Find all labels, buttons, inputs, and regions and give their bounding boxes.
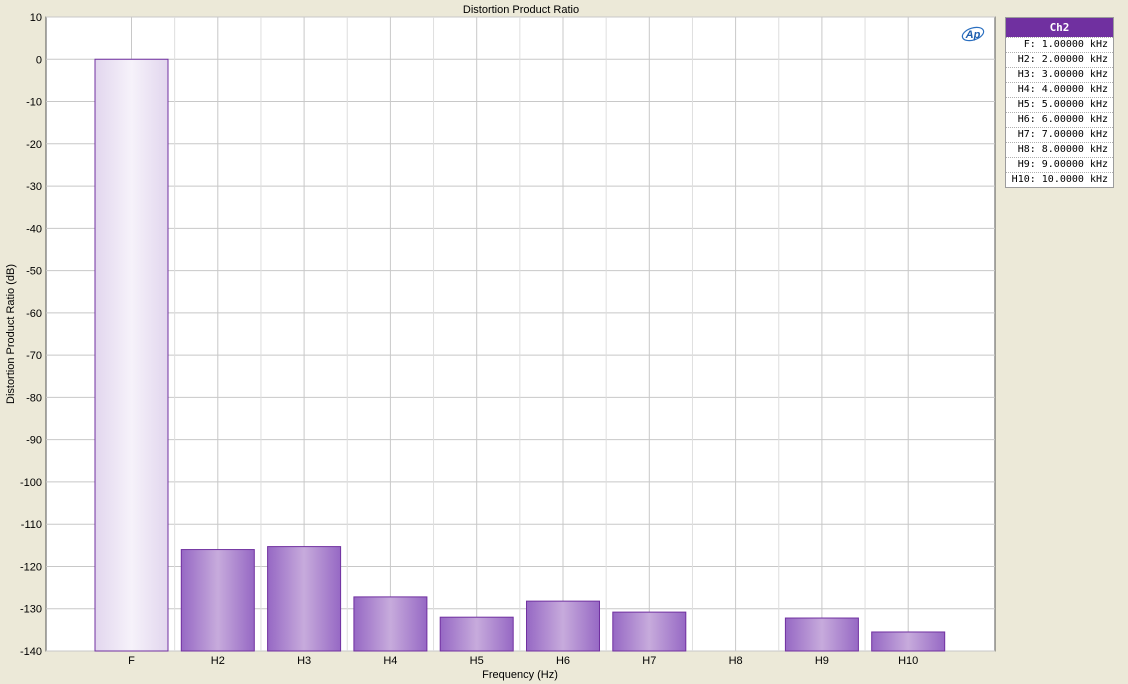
x-tick-label: H3 [297, 655, 311, 667]
x-tick-label: H9 [815, 655, 829, 667]
x-tick-label: F [128, 655, 135, 667]
y-axis-label: Distortion Product Ratio (dB) [5, 264, 17, 404]
y-tick-label: -90 [26, 435, 42, 447]
x-tick-label: H6 [556, 655, 570, 667]
legend-panel: Ch2 F: 1.00000 kHz H2: 2.00000 kHz H3: 3.0… [1005, 17, 1114, 188]
x-tick-label: H5 [470, 655, 484, 667]
y-tick-label: -40 [26, 223, 42, 235]
legend-row: H3: 3.00000 kHz [1006, 67, 1113, 82]
bar-h2 [180, 549, 255, 652]
y-tick-label: -140 [20, 646, 42, 658]
legend-rows: F: 1.00000 kHz H2: 2.00000 kHz H3: 3.00000… [1006, 37, 1113, 187]
bar-h3 [267, 546, 342, 652]
y-tick-label: -130 [20, 604, 42, 616]
y-tick-label: 10 [30, 12, 42, 24]
x-tick-label: H10 [898, 655, 918, 667]
chart-title: Distortion Product Ratio [463, 4, 579, 16]
y-tick-label: -10 [26, 97, 42, 109]
legend-row: H4: 4.00000 kHz [1006, 82, 1113, 97]
x-axis-label: Frequency (Hz) [482, 669, 558, 681]
legend-row: H7: 7.00000 kHz [1006, 127, 1113, 142]
legend-row: H5: 5.00000 kHz [1006, 97, 1113, 112]
bar-h9 [784, 617, 859, 652]
y-tick-label: 0 [36, 54, 42, 66]
y-tick-label: -80 [26, 392, 42, 404]
y-tick-labels: 10 0 -10 -20 -30 -40 -50 -60 -70 -80 -90 -100 -110 -1… [20, 12, 42, 658]
distortion-chart: Distortion Product Ratio 10 0 -10 -20 -30 -40… [5, 4, 996, 681]
y-tick-label: -50 [26, 266, 42, 278]
ap-logo-text: Ap [965, 29, 981, 41]
bar-h10 [871, 631, 946, 652]
x-tick-label: H4 [383, 655, 397, 667]
bar-f [94, 58, 169, 652]
y-tick-label: -100 [20, 477, 42, 489]
legend-row: H9: 9.00000 kHz [1006, 157, 1113, 172]
bar-h5 [439, 616, 514, 652]
x-tick-labels: F H2 H3 H4 H5 H6 H7 H8 H9 H10 [128, 655, 918, 667]
y-tick-label: -120 [20, 561, 42, 573]
legend-row: F: 1.00000 kHz [1006, 37, 1113, 52]
y-tick-label: -70 [26, 350, 42, 362]
bar-h6 [526, 600, 600, 652]
legend-row: H10: 10.0000 kHz [1006, 172, 1113, 187]
x-tick-label: H7 [642, 655, 656, 667]
y-tick-label: -30 [26, 181, 42, 193]
x-tick-label: H8 [729, 655, 743, 667]
y-tick-label: -60 [26, 308, 42, 320]
x-tick-label: H2 [211, 655, 225, 667]
legend-header: Ch2 [1006, 18, 1113, 37]
bar-h7 [612, 611, 687, 652]
y-tick-label: -110 [21, 519, 42, 531]
legend-row: H6: 6.00000 kHz [1006, 112, 1113, 127]
legend-row: H8: 8.00000 kHz [1006, 142, 1113, 157]
bar-h4 [353, 596, 428, 652]
legend-row: H2: 2.00000 kHz [1006, 52, 1113, 67]
y-tick-label: -20 [26, 139, 42, 151]
